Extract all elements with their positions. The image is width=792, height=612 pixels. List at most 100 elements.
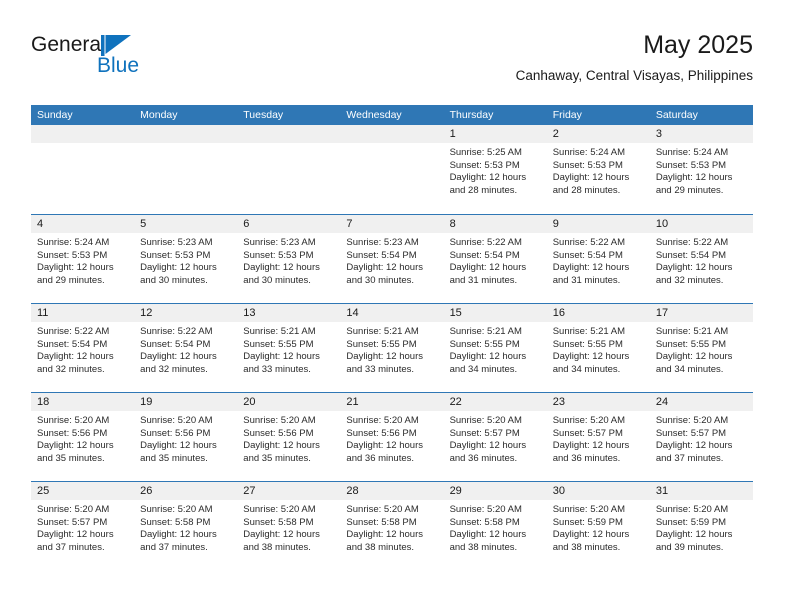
sunrise-text: Sunrise: 5:20 AM	[655, 504, 729, 515]
day-number: 21	[340, 393, 444, 411]
calendar-day-cell-29[interactable]: 29 Sunrise: 5:20 AM Sunset: 5:58 PM Dayl…	[443, 482, 547, 570]
daylight-text-line2: and 34 minutes.	[655, 363, 724, 375]
sunset-text: Sunset: 5:53 PM	[449, 159, 520, 171]
weekday-header-friday: Friday	[552, 109, 582, 121]
day-number: 16	[546, 304, 650, 322]
daylight-text-line1: Daylight: 12 hours	[140, 262, 217, 274]
daylight-text-line1: Daylight: 12 hours	[140, 351, 217, 363]
sunrise-text: Sunrise: 5:22 AM	[655, 237, 729, 248]
daylight-text-line2: and 36 minutes.	[449, 452, 518, 464]
sunrise-text: Sunrise: 5:24 AM	[552, 147, 626, 158]
day-sun-info	[237, 143, 340, 147]
calendar-day-cell-11[interactable]: 11 Sunrise: 5:22 AM Sunset: 5:54 PM Dayl…	[31, 304, 135, 392]
daylight-text-line2: and 37 minutes.	[37, 541, 105, 553]
calendar-day-cell-1[interactable]: 1 Sunrise: 5:25 AM Sunset: 5:53 PM Dayli…	[443, 125, 547, 214]
calendar-day-cell-5[interactable]: 5 Sunrise: 5:23 AM Sunset: 5:53 PM Dayli…	[134, 215, 238, 303]
calendar-day-cell-8[interactable]: 8 Sunrise: 5:22 AM Sunset: 5:54 PM Dayli…	[443, 215, 547, 303]
calendar-day-cell-14[interactable]: 14 Sunrise: 5:21 AM Sunset: 5:55 PM Dayl…	[340, 304, 444, 392]
calendar-day-cell-23[interactable]: 23 Sunrise: 5:20 AM Sunset: 5:57 PM Dayl…	[546, 393, 650, 481]
calendar-day-cell-7[interactable]: 7 Sunrise: 5:23 AM Sunset: 5:54 PM Dayli…	[340, 215, 444, 303]
calendar-day-cell-empty	[31, 125, 135, 214]
daylight-text-line2: and 34 minutes.	[552, 363, 621, 375]
day-number: 10	[649, 215, 753, 233]
day-sun-info: Sunrise: 5:20 AM Sunset: 5:58 PM Dayligh…	[340, 500, 443, 554]
calendar-day-cell-3[interactable]: 3 Sunrise: 5:24 AM Sunset: 5:53 PM Dayli…	[649, 125, 753, 214]
calendar-day-cell-6[interactable]: 6 Sunrise: 5:23 AM Sunset: 5:53 PM Dayli…	[237, 215, 341, 303]
general-blue-logo[interactable]: General Blue	[31, 34, 211, 86]
sunset-text: Sunset: 5:58 PM	[243, 516, 314, 528]
calendar-weeks: 1 Sunrise: 5:25 AM Sunset: 5:53 PM Dayli…	[31, 125, 753, 570]
sunrise-text: Sunrise: 5:23 AM	[243, 237, 316, 248]
calendar-day-cell-27[interactable]: 27 Sunrise: 5:20 AM Sunset: 5:58 PM Dayl…	[237, 482, 341, 570]
calendar-day-cell-12[interactable]: 12 Sunrise: 5:22 AM Sunset: 5:54 PM Dayl…	[134, 304, 238, 392]
day-sun-info: Sunrise: 5:24 AM Sunset: 5:53 PM Dayligh…	[650, 143, 753, 197]
daylight-text-line1: Daylight: 12 hours	[37, 529, 114, 541]
sunset-text: Sunset: 5:53 PM	[37, 249, 108, 261]
calendar-day-cell-22[interactable]: 22 Sunrise: 5:20 AM Sunset: 5:57 PM Dayl…	[443, 393, 547, 481]
calendar-day-cell-9[interactable]: 9 Sunrise: 5:22 AM Sunset: 5:54 PM Dayli…	[546, 215, 650, 303]
day-number: 19	[134, 393, 238, 411]
calendar-week-row-4: 18 Sunrise: 5:20 AM Sunset: 5:56 PM Dayl…	[31, 392, 753, 481]
sunrise-text: Sunrise: 5:22 AM	[37, 326, 110, 337]
calendar-day-cell-26[interactable]: 26 Sunrise: 5:20 AM Sunset: 5:58 PM Dayl…	[134, 482, 238, 570]
day-sun-info: Sunrise: 5:23 AM Sunset: 5:54 PM Dayligh…	[340, 233, 443, 287]
calendar-day-cell-15[interactable]: 15 Sunrise: 5:21 AM Sunset: 5:55 PM Dayl…	[443, 304, 547, 392]
daylight-text-line1: Daylight: 12 hours	[655, 351, 733, 363]
sunset-text: Sunset: 5:56 PM	[243, 427, 314, 439]
calendar-day-cell-10[interactable]: 10 Sunrise: 5:22 AM Sunset: 5:54 PM Dayl…	[649, 215, 753, 303]
daylight-text-line2: and 33 minutes.	[243, 363, 311, 375]
sunrise-text: Sunrise: 5:20 AM	[449, 504, 522, 515]
weekday-header-monday: Monday	[140, 109, 178, 121]
calendar-day-cell-20[interactable]: 20 Sunrise: 5:20 AM Sunset: 5:56 PM Dayl…	[237, 393, 341, 481]
calendar-day-cell-31[interactable]: 31 Sunrise: 5:20 AM Sunset: 5:59 PM Dayl…	[649, 482, 753, 570]
daylight-text-line2: and 36 minutes.	[346, 452, 415, 464]
day-number: 8	[443, 215, 547, 233]
day-sun-info: Sunrise: 5:21 AM Sunset: 5:55 PM Dayligh…	[547, 322, 650, 376]
sunset-text: Sunset: 5:53 PM	[243, 249, 314, 261]
day-number: 20	[237, 393, 341, 411]
day-number: 12	[134, 304, 238, 322]
daylight-text-line1: Daylight: 12 hours	[243, 351, 320, 363]
daylight-text-line2: and 37 minutes.	[140, 541, 208, 553]
sunrise-text: Sunrise: 5:21 AM	[243, 326, 316, 337]
day-number: 15	[443, 304, 547, 322]
calendar-day-cell-19[interactable]: 19 Sunrise: 5:20 AM Sunset: 5:56 PM Dayl…	[134, 393, 238, 481]
daylight-text-line2: and 37 minutes.	[655, 452, 724, 464]
day-sun-info: Sunrise: 5:23 AM Sunset: 5:53 PM Dayligh…	[134, 233, 237, 287]
calendar-day-cell-28[interactable]: 28 Sunrise: 5:20 AM Sunset: 5:58 PM Dayl…	[340, 482, 444, 570]
sunset-text: Sunset: 5:57 PM	[37, 516, 108, 528]
day-sun-info: Sunrise: 5:20 AM Sunset: 5:58 PM Dayligh…	[237, 500, 340, 554]
calendar-day-cell-24[interactable]: 24 Sunrise: 5:20 AM Sunset: 5:57 PM Dayl…	[649, 393, 753, 481]
calendar-day-cell-30[interactable]: 30 Sunrise: 5:20 AM Sunset: 5:59 PM Dayl…	[546, 482, 650, 570]
day-sun-info: Sunrise: 5:20 AM Sunset: 5:57 PM Dayligh…	[650, 411, 753, 465]
sunset-text: Sunset: 5:56 PM	[140, 427, 211, 439]
daylight-text-line2: and 32 minutes.	[140, 363, 208, 375]
sunset-text: Sunset: 5:59 PM	[655, 516, 727, 528]
calendar-day-cell-4[interactable]: 4 Sunrise: 5:24 AM Sunset: 5:53 PM Dayli…	[31, 215, 135, 303]
day-sun-info: Sunrise: 5:20 AM Sunset: 5:57 PM Dayligh…	[444, 411, 547, 465]
daylight-text-line1: Daylight: 12 hours	[449, 440, 527, 452]
calendar-day-cell-25[interactable]: 25 Sunrise: 5:20 AM Sunset: 5:57 PM Dayl…	[31, 482, 135, 570]
weekday-header-row: Sunday Monday Tuesday Wednesday Thursday…	[31, 105, 753, 125]
sunrise-text: Sunrise: 5:22 AM	[449, 237, 522, 248]
daylight-text-line1: Daylight: 12 hours	[140, 529, 217, 541]
sunset-text: Sunset: 5:56 PM	[346, 427, 417, 439]
sunset-text: Sunset: 5:54 PM	[655, 249, 727, 261]
day-number: 23	[546, 393, 650, 411]
logo-flag-icon	[101, 35, 131, 56]
daylight-text-line1: Daylight: 12 hours	[346, 440, 423, 452]
day-number: 5	[134, 215, 238, 233]
day-sun-info	[134, 143, 237, 147]
calendar-day-cell-13[interactable]: 13 Sunrise: 5:21 AM Sunset: 5:55 PM Dayl…	[237, 304, 341, 392]
day-sun-info: Sunrise: 5:21 AM Sunset: 5:55 PM Dayligh…	[650, 322, 753, 376]
daylight-text-line2: and 35 minutes.	[37, 452, 105, 464]
calendar-day-cell-17[interactable]: 17 Sunrise: 5:21 AM Sunset: 5:55 PM Dayl…	[649, 304, 753, 392]
calendar-day-cell-2[interactable]: 2 Sunrise: 5:24 AM Sunset: 5:53 PM Dayli…	[546, 125, 650, 214]
sunrise-text: Sunrise: 5:20 AM	[243, 504, 316, 515]
calendar-day-cell-18[interactable]: 18 Sunrise: 5:20 AM Sunset: 5:56 PM Dayl…	[31, 393, 135, 481]
calendar-day-cell-21[interactable]: 21 Sunrise: 5:20 AM Sunset: 5:56 PM Dayl…	[340, 393, 444, 481]
calendar-day-cell-16[interactable]: 16 Sunrise: 5:21 AM Sunset: 5:55 PM Dayl…	[546, 304, 650, 392]
day-sun-info: Sunrise: 5:20 AM Sunset: 5:57 PM Dayligh…	[31, 500, 134, 554]
weekday-header-tuesday: Tuesday	[243, 109, 284, 121]
daylight-text-line2: and 31 minutes.	[449, 274, 518, 286]
